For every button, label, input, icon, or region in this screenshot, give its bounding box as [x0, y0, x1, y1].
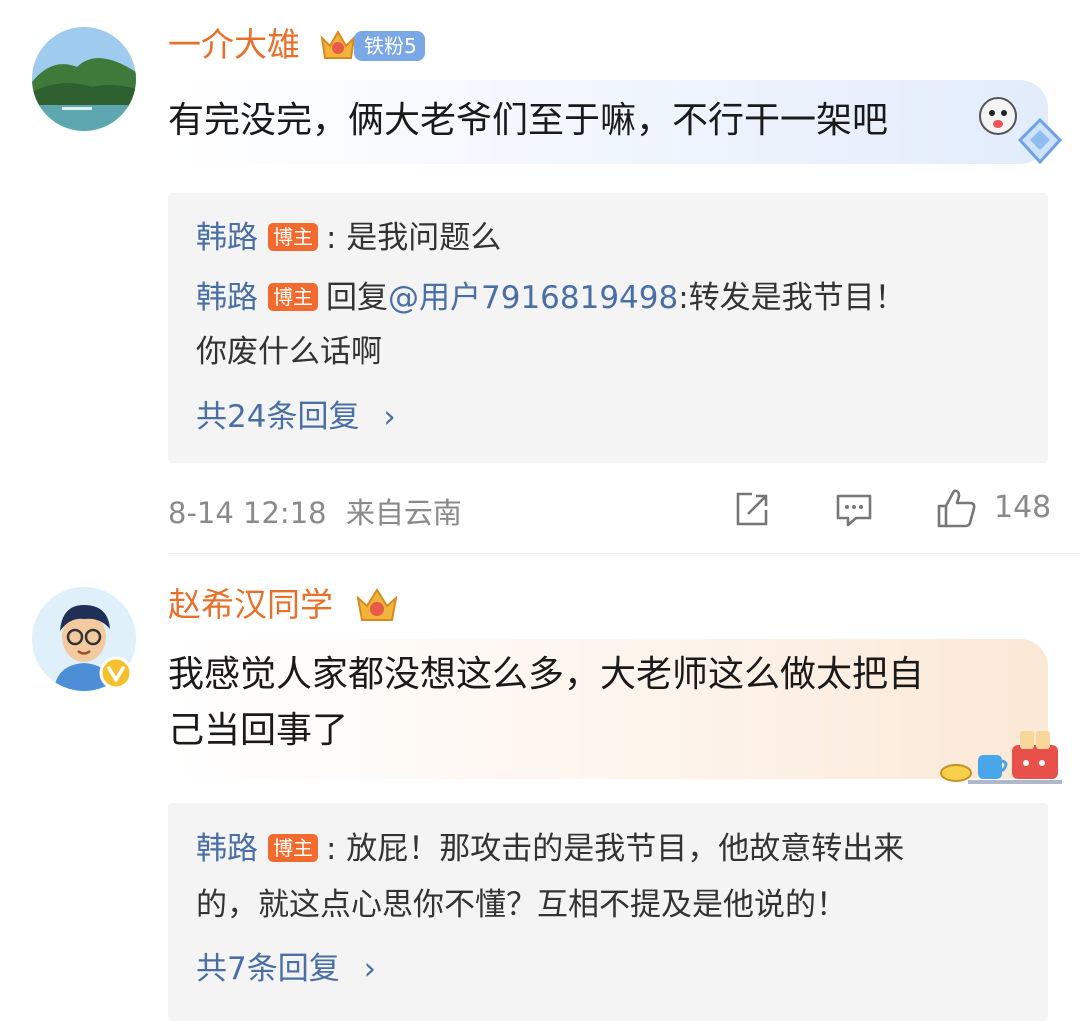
reply-line-continued: 你废什么话啊 [196, 334, 382, 370]
more-replies-label: 共7条回复 [196, 951, 340, 987]
blogger-tag: 博主 [268, 222, 318, 251]
location: 来自云南 [345, 496, 462, 530]
fan-badge: 铁粉5 [354, 31, 425, 61]
more-replies-link[interactable]: 共7条回复 › [196, 943, 376, 988]
comment-text-line: 我感觉人家都没想这么多，大老师这么做太把自 [168, 654, 925, 695]
reply-line: 韩路 博主 : 放屁！那攻击的是我节目，他故意转出来 [196, 827, 904, 871]
like-count: 148 [994, 490, 1052, 525]
username[interactable]: 一介大雄 [168, 25, 300, 65]
comment-meta: 8-14 12:18 来自云南 [168, 490, 462, 532]
reply-content: : 放屁！那攻击的是我节目，他故意转出来 [326, 831, 905, 867]
reply-author[interactable]: 韩路 [196, 831, 258, 867]
username[interactable]: 赵希汉同学 [168, 585, 333, 625]
comment-item: 赵希汉同学 我感觉人家都没想这么多，大老师这么做太把自 己当回事了 韩路 博主 : … [0, 555, 1080, 1021]
reply-author[interactable]: 韩路 [196, 220, 258, 256]
reply-content: : 是我问题么 [326, 220, 502, 256]
comment-text-line: 己当回事了 [168, 710, 349, 751]
chevron-right-icon: › [383, 399, 396, 435]
share-icon[interactable] [732, 490, 772, 530]
comment-icon[interactable] [834, 490, 874, 530]
reply-box[interactable]: 韩路 博主: 是我问题么 韩路 博主 回复@用户7916819498:转发是我节目！ … [168, 193, 1048, 463]
reply-prefix: 回复 [326, 280, 388, 316]
diamond-decoration-icon [1017, 118, 1063, 165]
more-replies-link[interactable]: 共24条回复 › [196, 391, 396, 436]
reply-box[interactable]: 韩路 博主 : 放屁！那攻击的是我节目，他故意转出来 的，就这点心思你不懂？互相不提… [168, 803, 1048, 1021]
crown-badge-icon [320, 29, 356, 59]
reply-author[interactable]: 韩路 [196, 280, 258, 316]
like-icon[interactable] [935, 486, 979, 530]
timestamp: 8-14 12:18 [168, 496, 327, 530]
comment-item: 一介大雄 铁粉5 有完没完，俩大老爷们至于嘛，不行干一架吧 韩路 博主 : 是我问题… [0, 0, 1080, 555]
blogger-tag: 博主 [268, 282, 318, 311]
crown-badge-icon [356, 588, 398, 621]
reply-line: 韩路 博主 : 是我问题么 [196, 216, 501, 260]
verified-icon [99, 656, 133, 690]
reply-content: :转发是我节目！ [678, 280, 906, 316]
chevron-right-icon: › [363, 951, 376, 987]
breakfast-sticker-icon [940, 731, 1062, 784]
comment-text: 有完没完，俩大老爷们至于嘛，不行干一架吧 [168, 100, 889, 141]
avatar[interactable] [32, 27, 136, 131]
more-replies-label: 共24条回复 [196, 399, 360, 435]
blogger-tag: 博主 [268, 833, 318, 862]
divider [168, 553, 1080, 554]
mention-link[interactable]: @用户7916819498 [388, 280, 678, 316]
reply-line: 韩路 博主 回复@用户7916819498:转发是我节目！ [196, 276, 906, 320]
reply-line-continued: 的，就这点心思你不懂？互相不提及是他说的！ [196, 887, 847, 923]
